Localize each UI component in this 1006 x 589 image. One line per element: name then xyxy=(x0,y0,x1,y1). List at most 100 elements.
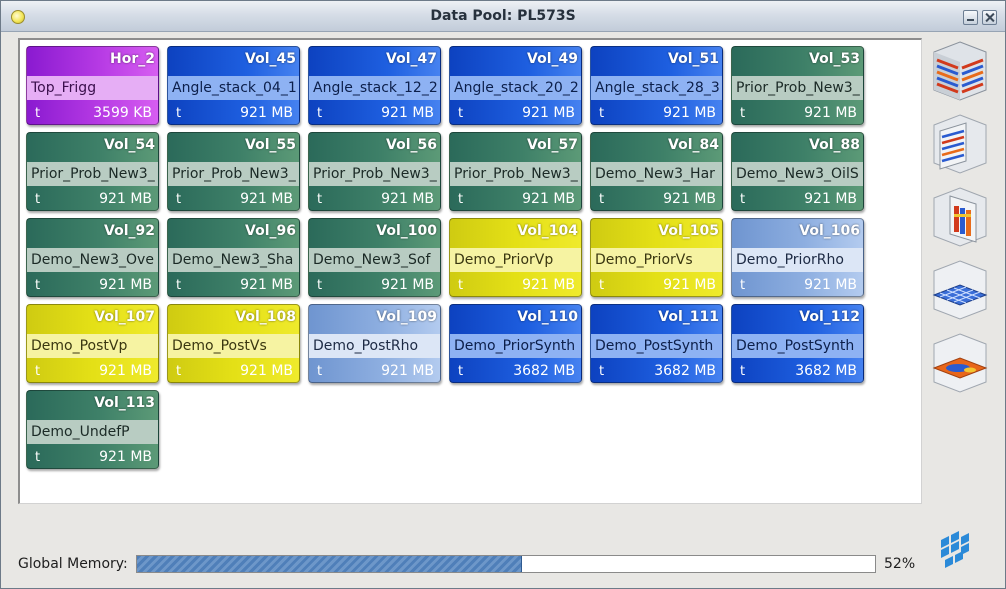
tile-name: Vol_55 xyxy=(245,137,296,153)
title-bar[interactable]: Data Pool: PL573S xyxy=(1,1,1005,32)
data-tile[interactable]: Vol_108 Demo_PostVs t 921 MB xyxy=(167,304,300,383)
tile-size: 921 MB xyxy=(99,191,152,207)
tile-type: t xyxy=(599,106,605,121)
close-button[interactable] xyxy=(982,10,997,25)
data-tile[interactable]: Vol_100 Demo_New3_Sof t 921 MB xyxy=(308,218,441,297)
tile-name: Vol_57 xyxy=(527,137,578,153)
tile-type: t xyxy=(317,192,323,207)
tile-description: Demo_PostVp xyxy=(31,338,128,354)
tile-type: t xyxy=(458,192,464,207)
tile-size: 921 MB xyxy=(99,449,152,465)
tile-description: Prior_Prob_New3_ xyxy=(736,80,860,96)
tile-type: t xyxy=(740,278,746,293)
tile-description: Demo_PostSynth xyxy=(595,338,714,354)
tile-size: 921 MB xyxy=(381,363,434,379)
global-memory-fill xyxy=(137,556,522,572)
tile-size: 3682 MB xyxy=(654,363,716,379)
tile-type: t xyxy=(317,106,323,121)
tile-size: 921 MB xyxy=(663,277,716,293)
data-tile[interactable]: Vol_53 Prior_Prob_New3_ t 921 MB xyxy=(731,46,864,125)
tile-name: Vol_108 xyxy=(235,309,296,325)
tile-description: Demo_PriorRho xyxy=(736,252,844,268)
tile-type: t xyxy=(740,364,746,379)
tile-name: Vol_53 xyxy=(809,51,860,67)
tile-name: Vol_105 xyxy=(658,223,719,239)
tile-size: 921 MB xyxy=(522,105,575,121)
tile-name: Vol_56 xyxy=(386,137,437,153)
data-tile[interactable]: Vol_57 Prior_Prob_New3_ t 921 MB xyxy=(449,132,582,211)
data-tile[interactable]: Vol_111 Demo_PostSyntht 3682 MB xyxy=(590,304,723,383)
tile-type: t xyxy=(599,278,605,293)
data-tile[interactable]: Vol_110 Demo_PriorSynth t 3682 MB xyxy=(449,304,582,383)
timeslice-grid-icon[interactable] xyxy=(930,257,990,323)
tile-type: t xyxy=(599,364,605,379)
data-tile[interactable]: Vol_54 Prior_Prob_New3_ t 921 MB xyxy=(26,132,159,211)
tile-description: Demo_PostSynth xyxy=(736,338,855,354)
tile-size: 921 MB xyxy=(99,363,152,379)
data-tile[interactable]: Vol_92 Demo_New3_Ove t 921 MB xyxy=(26,218,159,297)
tile-description: Demo_PriorVs xyxy=(595,252,693,268)
tile-type: t xyxy=(176,192,182,207)
inline-section-icon[interactable] xyxy=(930,184,990,250)
data-tile[interactable]: Vol_88 Demo_New3_OilS t 921 MB xyxy=(731,132,864,211)
data-tile[interactable]: Vol_55 Prior_Prob_New3_ t 921 MB xyxy=(167,132,300,211)
tile-size: 3682 MB xyxy=(513,363,575,379)
data-tile[interactable]: Vol_106 Demo_PriorRhot 921 MB xyxy=(731,218,864,297)
tile-name: Vol_96 xyxy=(245,223,296,239)
tile-name: Vol_107 xyxy=(94,309,155,325)
tile-size: 921 MB xyxy=(381,191,434,207)
data-tile[interactable]: Vol_105 Demo_PriorVst 921 MB xyxy=(590,218,723,297)
tile-size: 921 MB xyxy=(240,277,293,293)
data-tile[interactable]: Vol_45 Angle_stack_04_1 t 921 MB xyxy=(167,46,300,125)
data-tile[interactable]: Vol_47 Angle_stack_12_2 t 921 MB xyxy=(308,46,441,125)
data-tile[interactable]: Vol_109 Demo_PostRho t 921 MB xyxy=(308,304,441,383)
tile-name: Vol_51 xyxy=(668,51,719,67)
data-tile[interactable]: Vol_51 Angle_stack_28_3 t 921 MB xyxy=(590,46,723,125)
data-tile[interactable]: Vol_49 Angle_stack_20_2 t 921 MB xyxy=(449,46,582,125)
tile-name: Vol_111 xyxy=(658,309,719,325)
tile-name: Vol_110 xyxy=(517,309,578,325)
window-title: Data Pool: PL573S xyxy=(430,8,576,24)
data-tile[interactable]: Vol_107 Demo_PostVp t 921 MB xyxy=(26,304,159,383)
tile-type: t xyxy=(35,192,41,207)
tile-name: Vol_109 xyxy=(376,309,437,325)
tile-description: Demo_New3_Ove xyxy=(31,252,154,268)
horizon-map-icon[interactable] xyxy=(930,330,990,396)
tile-size: 921 MB xyxy=(522,277,575,293)
global-memory-percent: 52% xyxy=(884,556,916,572)
data-pool-area: Hor_2 Top_Frigg t 3599 KB Vol_45 Angle_stack_… xyxy=(18,38,922,504)
tile-size: 921 MB xyxy=(240,105,293,121)
volume-slices-icon[interactable] xyxy=(930,38,990,104)
minimize-button[interactable] xyxy=(963,10,978,25)
tile-type: t xyxy=(458,278,464,293)
data-tile[interactable]: Vol_84 Demo_New3_Har t 921 MB xyxy=(590,132,723,211)
data-tile[interactable]: Vol_112 Demo_PostSynth t 3682 MB xyxy=(731,304,864,383)
data-tile[interactable]: Vol_96 Demo_New3_Sha t 921 MB xyxy=(167,218,300,297)
tile-size: 921 MB xyxy=(663,191,716,207)
tile-description: Prior_Prob_New3_ xyxy=(313,166,437,182)
tile-description: Angle_stack_12_2 xyxy=(313,80,438,96)
tile-description: Angle_stack_20_2 xyxy=(454,80,579,96)
tile-description: Demo_PostVs xyxy=(172,338,267,354)
tile-name: Vol_47 xyxy=(386,51,437,67)
data-tile[interactable]: Hor_2 Top_Frigg t 3599 KB xyxy=(26,46,159,125)
global-memory-bar xyxy=(136,555,876,573)
tile-type: t xyxy=(458,364,464,379)
tile-size: 921 MB xyxy=(240,363,293,379)
tile-size: 921 MB xyxy=(804,277,857,293)
tile-type: t xyxy=(740,192,746,207)
tile-name: Vol_106 xyxy=(799,223,860,239)
tile-type: t xyxy=(176,278,182,293)
tile-name: Vol_88 xyxy=(809,137,860,153)
crossline-section-icon[interactable] xyxy=(930,111,990,177)
data-pool-window: Data Pool: PL573S Hor_2 Top_Frigg t 3599 KB… xyxy=(0,0,1006,589)
tile-description: Angle_stack_28_3 xyxy=(595,80,720,96)
data-tile[interactable]: Vol_104 Demo_PriorVp t 921 MB xyxy=(449,218,582,297)
data-tile[interactable]: Vol_56 Prior_Prob_New3_t 921 MB xyxy=(308,132,441,211)
tile-size: 921 MB xyxy=(240,191,293,207)
data-tile[interactable]: Vol_113 Demo_UndefP t 921 MB xyxy=(26,390,159,469)
tile-name: Vol_49 xyxy=(527,51,578,67)
tile-type: t xyxy=(599,192,605,207)
tile-size: 921 MB xyxy=(99,277,152,293)
tile-description: Demo_PostRho xyxy=(313,338,419,354)
